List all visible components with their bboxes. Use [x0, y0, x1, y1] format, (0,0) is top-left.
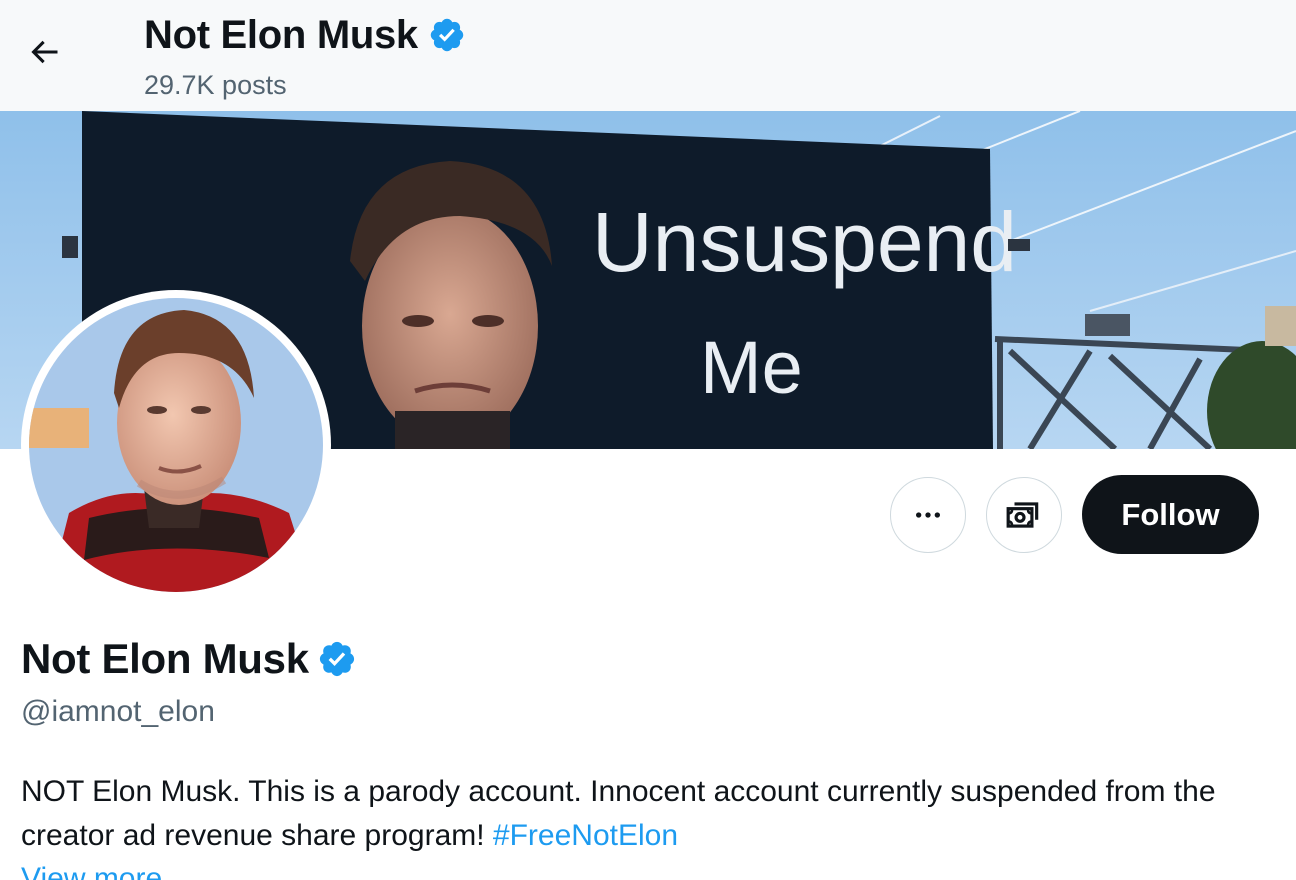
display-name-text: Not Elon Musk	[21, 635, 309, 682]
money-icon	[1006, 502, 1039, 528]
arrow-left-icon	[31, 40, 58, 64]
more-options-button[interactable]	[890, 477, 966, 553]
more-horizontal-icon	[916, 512, 940, 518]
profile-avatar[interactable]	[21, 290, 331, 600]
follow-button[interactable]: Follow	[1082, 475, 1259, 554]
billboard-line2: Me	[700, 326, 803, 409]
header-name: Not Elon Musk	[144, 13, 418, 57]
bio-hashtag-link[interactable]: #FreeNotElon	[493, 819, 678, 852]
view-more-link[interactable]: View more	[21, 857, 162, 880]
billboard-line1: Unsuspend	[592, 195, 1017, 289]
avatar-image	[29, 298, 323, 592]
back-button[interactable]	[18, 26, 70, 78]
profile-handle: @iamnot_elon	[21, 695, 215, 728]
profile-bio: NOT Elon Musk. This is a parody account.…	[21, 770, 1271, 858]
verified-badge-icon[interactable]	[317, 639, 357, 679]
profile-display-name: Not Elon Musk	[21, 632, 357, 686]
post-count: 29.7K posts	[144, 70, 287, 100]
profile-header-bar: Not Elon Musk 29.7K posts	[0, 0, 1296, 111]
profile-page: Not Elon Musk 29.7K posts Unsuspend Me F…	[0, 0, 1296, 880]
header-title: Not Elon Musk	[144, 10, 466, 60]
verified-badge-icon	[430, 18, 464, 52]
subscribe-button[interactable]	[986, 477, 1062, 553]
